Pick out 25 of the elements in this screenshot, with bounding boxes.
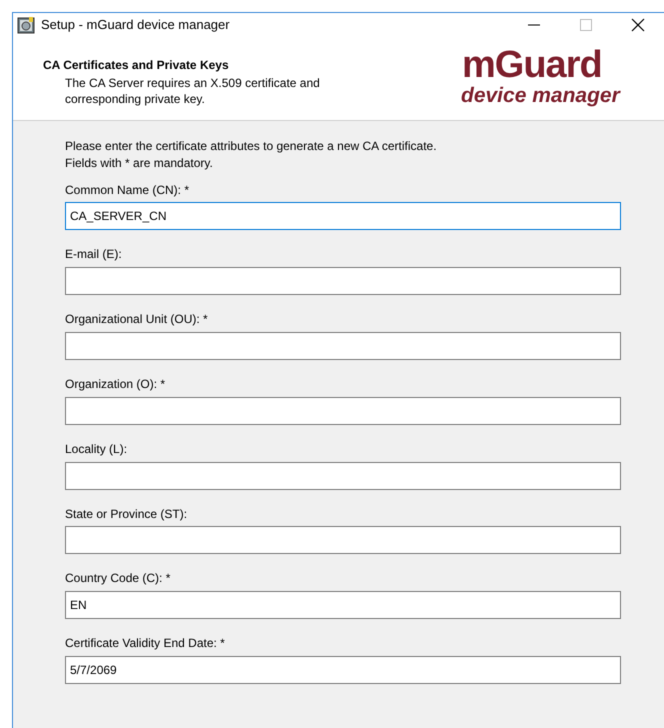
text-field[interactable] <box>65 526 621 554</box>
logo-tagline: device manager <box>461 84 622 108</box>
instruction-text: Please enter the certificate attributes to generate a new CA certificate. <box>65 138 438 155</box>
field-label: Locality (L): <box>65 440 128 458</box>
field-label: Common Name (CN): * <box>65 182 190 198</box>
logo-brand: mGuard <box>462 46 603 84</box>
setup-app-icon <box>17 16 35 34</box>
field-label: Organization (O): * <box>65 376 166 393</box>
text-field[interactable]: CA_SERVER_CN <box>65 202 621 230</box>
page-title: CA Certificates and Private Keys <box>43 57 230 74</box>
page-description: The CA Server requires an X.509 certificate and corresponding private key. <box>65 76 321 108</box>
text-field[interactable] <box>65 396 621 425</box>
field-label: Certificate Validity End Date: * <box>65 635 226 652</box>
text-field[interactable]: 5/7/2069 <box>65 656 621 684</box>
close-icon[interactable] <box>631 18 645 32</box>
field-label: State or Province (ST): <box>65 506 188 522</box>
window-title: Setup - mGuard device manager <box>41 16 230 34</box>
text-field[interactable] <box>65 267 621 296</box>
field-label: E-mail (E): <box>65 246 123 264</box>
field-label: Country Code (C): * <box>65 570 172 588</box>
text-field[interactable] <box>65 462 621 490</box>
field-label: Organizational Unit (OU): * <box>65 311 209 328</box>
instruction-text: Fields with * are mandatory. <box>65 154 214 172</box>
text-field[interactable] <box>65 332 621 360</box>
text-field[interactable]: EN <box>65 591 621 620</box>
